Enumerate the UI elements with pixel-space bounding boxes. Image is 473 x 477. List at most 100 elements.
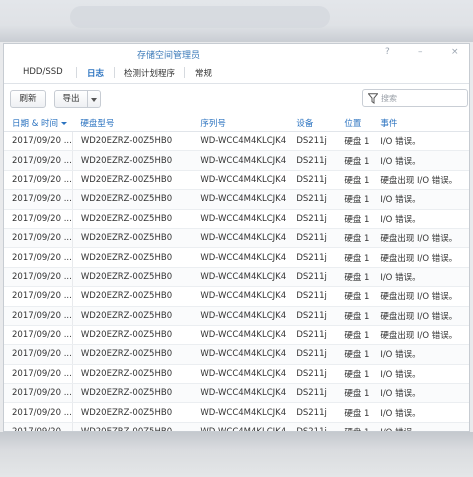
column-header-date-time[interactable]: 日期 & 时间 — [4, 115, 73, 132]
cell-date-time: 2017/09/20 ... — [4, 422, 73, 431]
table-row[interactable]: 2017/09/20 ...WD20EZRZ-00Z5HB0WD-WCC4M4K… — [4, 344, 469, 365]
column-header-event[interactable]: 事件 — [372, 115, 469, 132]
cell-date-time: 2017/09/20 ... — [4, 286, 73, 307]
cell-disk-model: WD20EZRZ-00Z5HB0 — [72, 170, 193, 191]
export-dropdown-icon[interactable] — [88, 90, 101, 108]
minimize-button[interactable]: – — [418, 47, 423, 57]
cell-date-time: 2017/09/20 ... — [4, 325, 73, 346]
cell-disk-model: WD20EZRZ-00Z5HB0 — [72, 402, 193, 423]
close-button[interactable]: × — [451, 47, 459, 57]
tab-bar: HDD/SSD 日志 检测计划程序 常规 — [4, 61, 469, 84]
table-body: 2017/09/20 ... WD20EZRZ-00Z5HB0 WD-WCC4M4K… — [4, 131, 469, 431]
cell-event: I/O 错误。 — [372, 344, 469, 365]
cell-device: DS211j — [288, 422, 337, 431]
table-row[interactable]: 2017/09/20 ...WD20EZRZ-00Z5HB0WD-WCC4M4K… — [4, 247, 469, 268]
cell-event: I/O 错误。 — [372, 267, 469, 288]
cell-disk-model: WD20EZRZ-00Z5HB0 — [72, 228, 193, 249]
cell-location: 硬盘 1 — [336, 383, 373, 404]
table-row[interactable]: 2017/09/20 ...WD20EZRZ-00Z5HB0WD-WCC4M4K… — [4, 402, 469, 423]
cell-event: I/O 错误。 — [372, 189, 469, 210]
cell-location: 硬盘 1 — [336, 325, 373, 346]
cell-event: I/O 错误。 — [372, 209, 469, 229]
table-row[interactable]: 2017/09/20 ...WD20EZRZ-00Z5HB0WD-WCC4M4K… — [4, 325, 469, 346]
search-box[interactable] — [362, 89, 468, 107]
table-row[interactable]: 2017/09/20 ...WD20EZRZ-00Z5HB0WD-WCC4M4K… — [4, 364, 469, 385]
cell-serial: WD-WCC4M4KLCJK4 — [192, 402, 289, 423]
table-row[interactable]: 2017/09/20 ...WD20EZRZ-00Z5HB0WD-WCC4M4K… — [4, 422, 469, 431]
column-header-location[interactable]: 位置 — [336, 115, 373, 132]
table-row[interactable]: 2017/09/20 ...WD20EZRZ-00Z5HB0WD-WCC4M4K… — [4, 209, 469, 229]
cell-date-time: 2017/09/20 ... — [4, 364, 73, 385]
cell-disk-model: WD20EZRZ-00Z5HB0 — [72, 150, 193, 171]
cell-date-time: 2017/09/20 ... — [4, 306, 73, 326]
cell-disk-model: WD20EZRZ-00Z5HB0 — [72, 306, 193, 326]
cell-disk-model: WD20EZRZ-00Z5HB0 — [72, 325, 193, 346]
tab-hdd-ssd[interactable]: HDD/SSD — [23, 67, 63, 77]
cell-disk-model: WD20EZRZ-00Z5HB0 — [72, 383, 193, 404]
column-header-disk-model[interactable]: 硬盘型号 — [72, 115, 193, 132]
cell-event: I/O 错误。 — [372, 150, 469, 171]
table-row[interactable]: 2017/09/20 ...WD20EZRZ-00Z5HB0WD-WCC4M4K… — [4, 228, 469, 249]
refresh-button[interactable]: 刷新 — [10, 90, 46, 108]
cell-serial: WD-WCC4M4KLCJK4 — [192, 150, 289, 171]
cell-disk-model: WD20EZRZ-00Z5HB0 — [72, 364, 193, 385]
cell-location: 硬盘 1 — [336, 267, 373, 288]
cell-device: DS211j — [288, 402, 337, 423]
table-row[interactable]: 2017/09/20 ...WD20EZRZ-00Z5HB0WD-WCC4M4K… — [4, 131, 469, 152]
table-row[interactable]: 2017/09/20 ...WD20EZRZ-00Z5HB0WD-WCC4M4K… — [4, 189, 469, 210]
cell-event: I/O 错误。 — [372, 364, 469, 385]
filter-funnel-icon — [368, 93, 378, 104]
cell-serial: WD-WCC4M4KLCJK4 — [192, 422, 289, 431]
cell-serial: WD-WCC4M4KLCJK4 — [192, 228, 289, 249]
table-row[interactable]: 2017/09/20 ...WD20EZRZ-00Z5HB0WD-WCC4M4K… — [4, 150, 469, 171]
cell-device: DS211j — [288, 170, 337, 191]
cell-location: 硬盘 1 — [336, 189, 373, 210]
table-row[interactable]: 2017/09/20 ...WD20EZRZ-00Z5HB0WD-WCC4M4K… — [4, 306, 469, 326]
cell-device: DS211j — [288, 209, 337, 229]
cell-device: DS211j — [288, 286, 337, 307]
tab-general[interactable]: 常规 — [195, 67, 212, 79]
cell-event: 硬盘出现 I/O 错误。 — [372, 306, 469, 326]
cell-date-time: 2017/09/20 ... — [4, 170, 73, 191]
column-header-serial[interactable]: 序列号 — [192, 115, 289, 132]
cell-device: DS211j — [288, 325, 337, 346]
cell-serial: WD-WCC4M4KLCJK4 — [192, 306, 289, 326]
table-row[interactable]: 2017/09/20 ...WD20EZRZ-00Z5HB0WD-WCC4M4K… — [4, 286, 469, 307]
cell-event: 硬盘出现 I/O 错误。 — [372, 247, 469, 268]
cell-serial: WD-WCC4M4KLCJK4 — [192, 344, 289, 365]
cell-serial: WD-WCC4M4KLCJK4 — [192, 247, 289, 268]
cell-device: DS211j — [288, 150, 337, 171]
cell-location: 硬盘 1 — [336, 306, 373, 326]
cell-device: DS211j — [288, 306, 337, 326]
cell-device: DS211j — [288, 228, 337, 249]
cell-date-time: 2017/09/20 ... — [4, 247, 73, 268]
cell-date-time: 2017/09/20 ... — [4, 209, 73, 229]
tab-test-scheduler[interactable]: 检测计划程序 — [124, 67, 175, 79]
help-button[interactable]: ? — [385, 47, 390, 57]
table-row[interactable]: 2017/09/20 ...WD20EZRZ-00Z5HB0WD-WCC4M4K… — [4, 170, 469, 191]
table-row[interactable]: 2017/09/20 ...WD20EZRZ-00Z5HB0WD-WCC4M4K… — [4, 267, 469, 288]
title-bar: 存储空间管理员 ? – × — [4, 44, 469, 61]
cell-location: 硬盘 1 — [336, 228, 373, 249]
cell-device: DS211j — [288, 131, 337, 152]
cell-date-time: 2017/09/20 ... — [4, 267, 73, 288]
export-button[interactable]: 导出 — [54, 90, 88, 108]
cell-location: 硬盘 1 — [336, 247, 373, 268]
cell-serial: WD-WCC4M4KLCJK4 — [192, 267, 289, 288]
tab-log[interactable]: 日志 — [87, 67, 104, 79]
sort-descending-icon — [61, 122, 68, 125]
cell-device: DS211j — [288, 247, 337, 268]
cell-device: DS211j — [288, 267, 337, 288]
column-header-device[interactable]: 设备 — [288, 115, 337, 132]
cell-date-time: 2017/09/20 ... — [4, 189, 73, 210]
storage-manager-window: 存储空间管理员 ? – × HDD/SSD 日志 检测计划程序 常规 刷新 导出… — [3, 43, 470, 432]
cell-location: 硬盘 1 — [336, 150, 373, 171]
cell-event: I/O 错误。 — [372, 383, 469, 404]
cell-disk-model: WD20EZRZ-00Z5HB0 — [72, 209, 193, 229]
cell-event: 硬盘出现 I/O 错误。 — [372, 170, 469, 191]
cell-disk-model: WD20EZRZ-00Z5HB0 — [72, 189, 193, 210]
search-input[interactable] — [381, 91, 465, 105]
cell-location: 硬盘 1 — [336, 364, 373, 385]
table-row[interactable]: 2017/09/20 ...WD20EZRZ-00Z5HB0WD-WCC4M4K… — [4, 383, 469, 404]
cell-event: 硬盘出现 I/O 错误。 — [372, 325, 469, 346]
